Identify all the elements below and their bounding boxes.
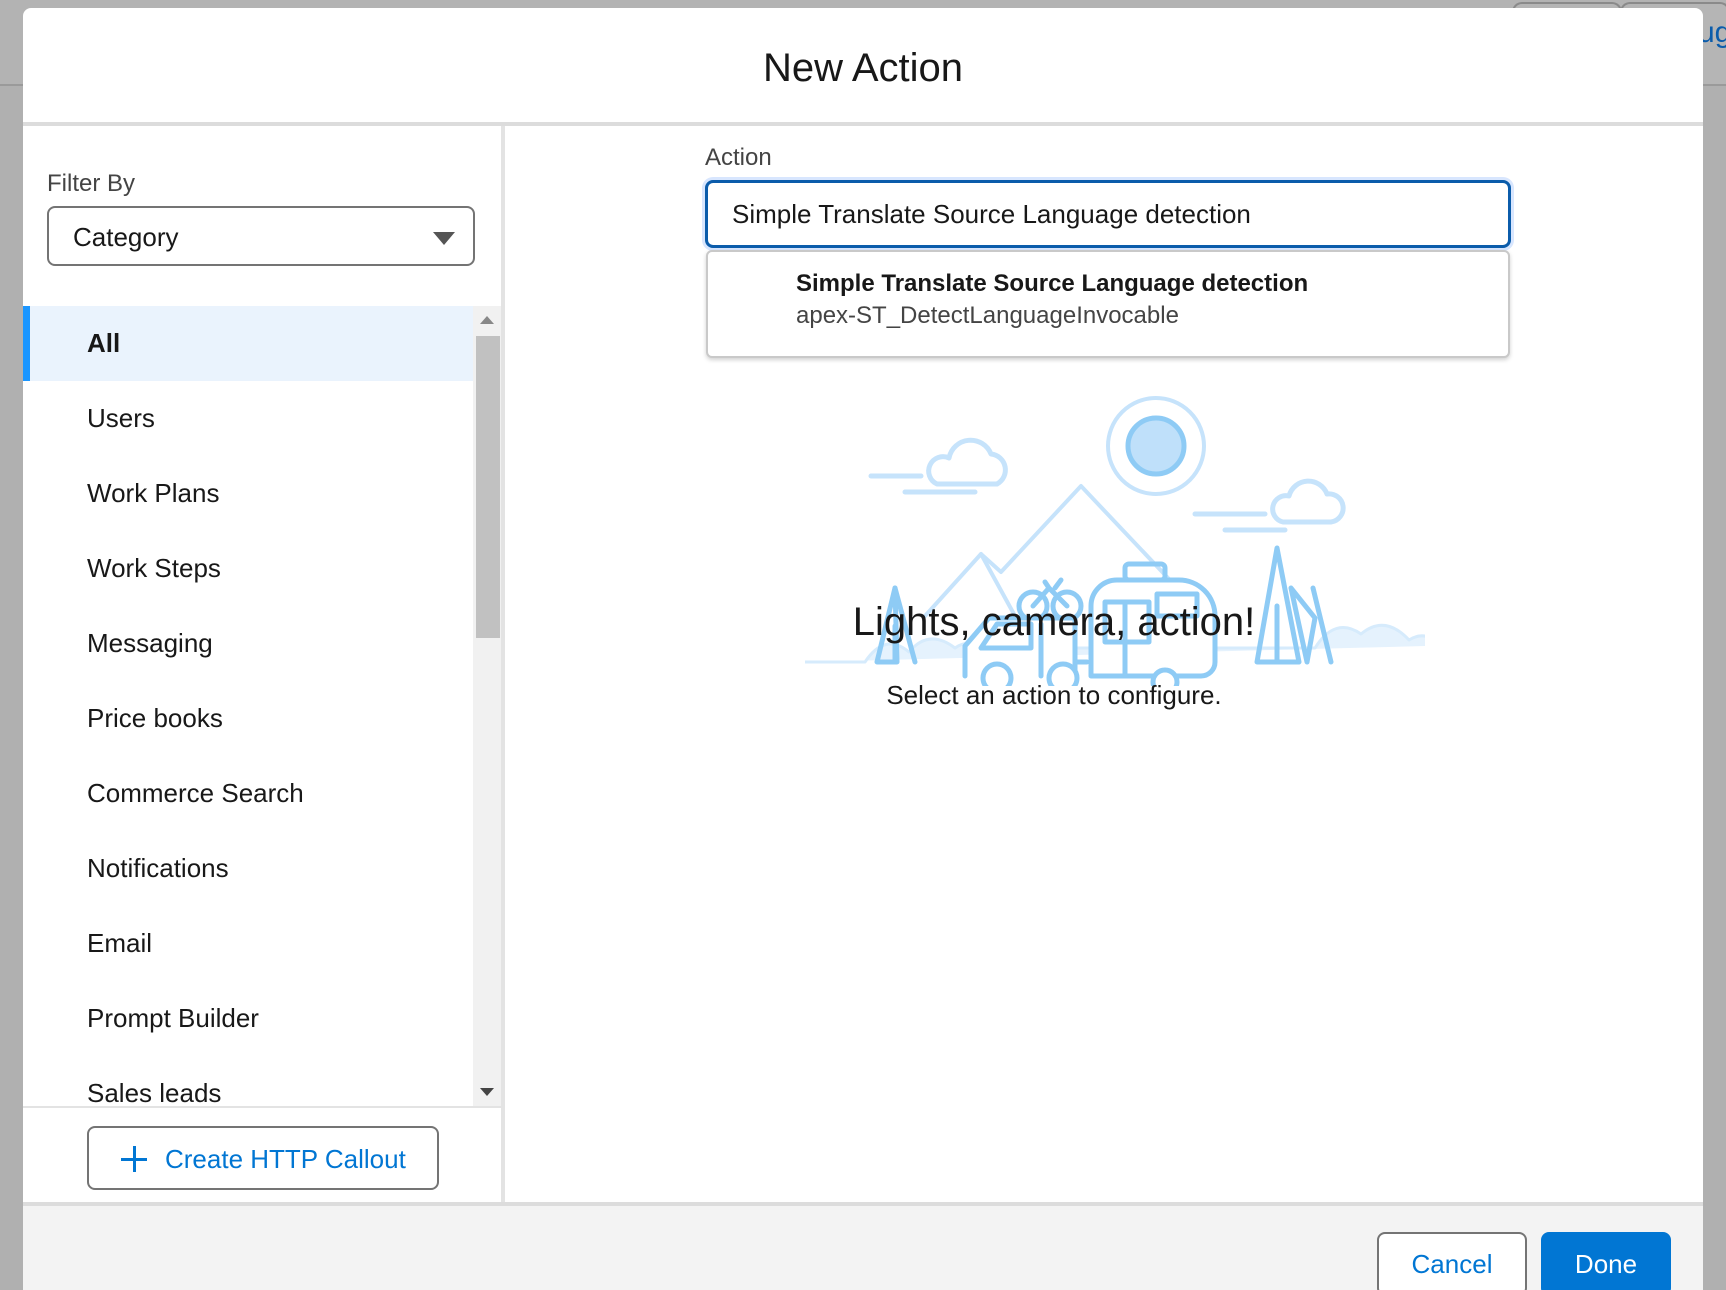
- suggestion-title: Simple Translate Source Language detecti…: [796, 270, 1309, 297]
- modal-footer: Cancel Done: [23, 1202, 1703, 1290]
- done-button[interactable]: Done: [1541, 1232, 1671, 1290]
- category-item-label: Work Plans: [87, 478, 220, 508]
- action-config-panel: Action Simple Translate Source Language …: [505, 126, 1703, 1202]
- category-list: All Users Work Plans Work Steps Messagin…: [23, 306, 473, 1106]
- category-item-sales-leads[interactable]: Sales leads: [23, 1056, 473, 1106]
- empty-state-title: Lights, camera, action!: [852, 600, 1256, 644]
- category-item-users[interactable]: Users: [23, 381, 473, 456]
- filter-by-value: Category: [73, 222, 179, 252]
- category-item-work-plans[interactable]: Work Plans: [23, 456, 473, 531]
- category-scrollbar[interactable]: [473, 306, 501, 1106]
- category-item-prompt-builder[interactable]: Prompt Builder: [23, 981, 473, 1056]
- cancel-button[interactable]: Cancel: [1377, 1232, 1527, 1290]
- category-item-label: All: [87, 328, 121, 358]
- category-item-label: Prompt Builder: [87, 1003, 259, 1033]
- category-item-work-steps[interactable]: Work Steps: [23, 531, 473, 606]
- create-http-callout-button[interactable]: Create HTTP Callout: [87, 1126, 439, 1190]
- modal-header: New Action: [23, 8, 1703, 126]
- category-item-messaging[interactable]: Messaging: [23, 606, 473, 681]
- suggestion-subtitle: apex-ST_DetectLanguageInvocable: [796, 302, 1179, 329]
- scroll-thumb[interactable]: [476, 336, 500, 638]
- category-item-label: Commerce Search: [87, 778, 304, 808]
- empty-state-subtitle: Select an action to configure.: [886, 680, 1222, 710]
- create-http-callout-label: Create HTTP Callout: [165, 1144, 406, 1174]
- plus-icon: [121, 1144, 149, 1172]
- category-item-commerce-search[interactable]: Commerce Search: [23, 756, 473, 831]
- action-suggestion-option[interactable]: Simple Translate Source Language detecti…: [706, 250, 1510, 358]
- new-action-modal: New Action Filter By Category All Users …: [23, 8, 1703, 1290]
- action-label: Action: [705, 144, 772, 171]
- sidebar-footer: Create HTTP Callout: [23, 1106, 501, 1202]
- action-search-input[interactable]: [705, 180, 1511, 248]
- filter-by-select[interactable]: Category: [47, 206, 475, 266]
- category-item-label: Email: [87, 928, 153, 958]
- chevron-down-icon: [433, 232, 455, 245]
- category-item-notifications[interactable]: Notifications: [23, 831, 473, 906]
- category-item-label: Sales leads: [87, 1078, 222, 1106]
- modal-title: New Action: [762, 46, 964, 90]
- category-sidebar: Filter By Category All Users Work Plans …: [23, 126, 505, 1202]
- category-item-email[interactable]: Email: [23, 906, 473, 981]
- category-item-label: Work Steps: [87, 553, 221, 583]
- scroll-down-arrow-icon[interactable]: [480, 1088, 494, 1096]
- scroll-up-arrow-icon[interactable]: [480, 316, 494, 324]
- category-item-label: Price books: [87, 703, 223, 733]
- category-item-label: Notifications: [87, 853, 229, 883]
- category-item-label: Users: [87, 403, 155, 433]
- category-item-all[interactable]: All: [23, 306, 473, 381]
- filter-by-label: Filter By: [47, 170, 136, 197]
- category-item-price-books[interactable]: Price books: [23, 681, 473, 756]
- category-item-label: Messaging: [87, 628, 213, 658]
